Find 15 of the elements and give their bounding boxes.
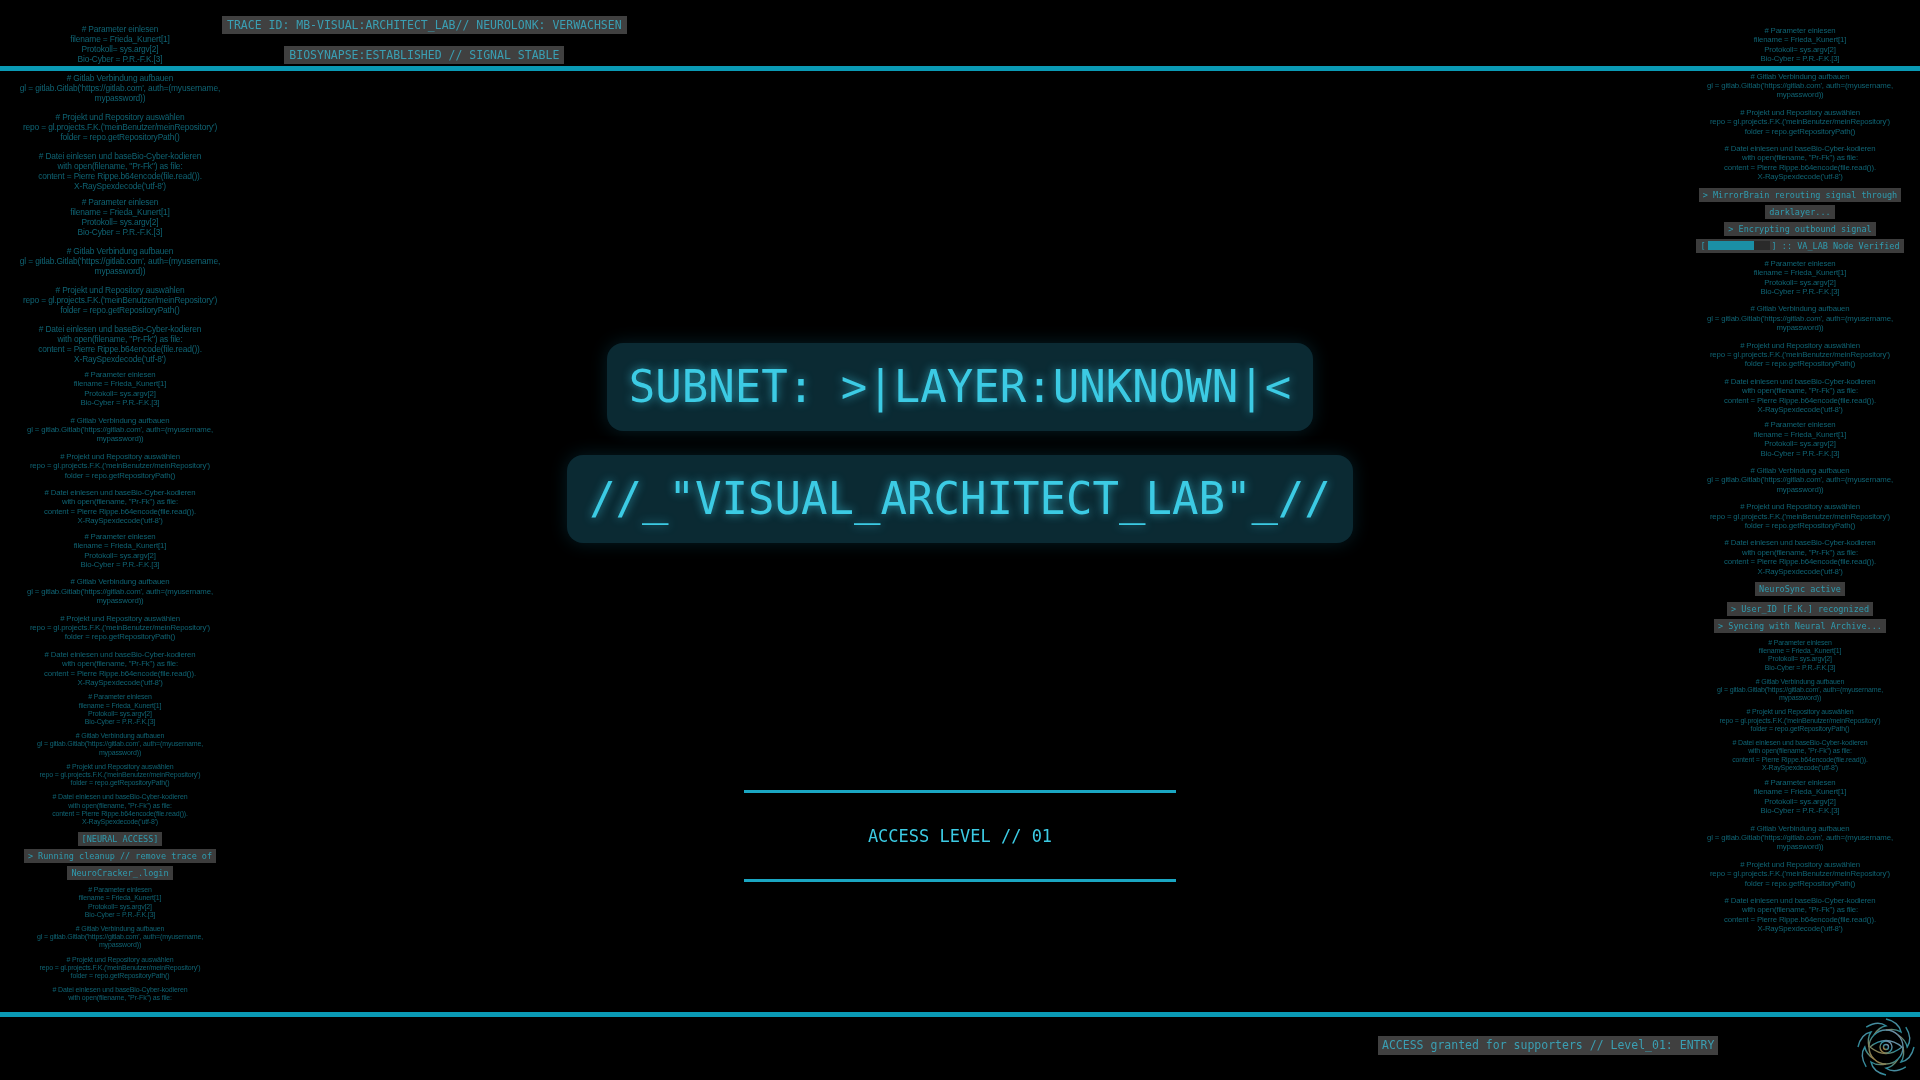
lab-title: //_"VISUAL_ARCHITECT_LAB"_// (567, 455, 1353, 543)
access-level-text: ACCESS LEVEL // 01 (867, 825, 1053, 848)
swirl-eye-logo-drawing (1855, 1016, 1917, 1078)
code-snippet: # Projekt und Repository auswählen repo = gl.projects.F.K.('meinBenutzer/meinRepository') folder = repo.getRepositoryPath() (22, 285, 218, 315)
code-snippet: # Parameter einlesen filename = Frieda_Kunert[1] Protokoll= sys.argv[2] Bio-Cyber = P.R.-F.K.[3] (70, 197, 170, 237)
bracket-text: [ (1700, 239, 1706, 252)
code-snippet: # Parameter einlesen filename = Frieda_Kunert[1] Protokoll= sys.argv[2] Bio-Cyber = P.R.-F.K.[3] (70, 24, 170, 64)
subnet-title: SUBNET: >|LAYER:UNKNOWN|< (606, 343, 1314, 431)
code-snippet: # Datei einlesen und baseBio-Cyber-kodieren with open(filename, "Pr-Fk") as file: content = Pierre Rippe.b64encode(file.read()). X-RaySpexdecode('utf-8') (38, 324, 202, 364)
code-snippet: # Gitlab Verbindung aufbauen gl = gitlab.Gitlab('https://gitlab.com', auth=(myusername, mypassword)) (19, 246, 221, 276)
code-snippet: # Datei einlesen und baseBio-Cyber-kodieren with open(filename, "Pr-Fk") as file: content = Pierre Rippe.b64encode(file.read()). X-RaySpexdecode('utf-8') (38, 151, 202, 191)
access-notice: ACCESS granted for supporters // Level_01: ENTRY (1378, 1036, 1719, 1055)
code-snippet: # Gitlab Verbindung aufbauen gl = gitlab.Gitlab('https://gitlab.com', auth=(myusername, mypassword)) (19, 73, 221, 103)
status-text: ] :: VA_LAB Node Verified (1771, 239, 1900, 252)
code-snippet: # Projekt und Repository auswählen repo = gl.projects.F.K.('meinBenutzer/meinRepository') folder = repo.getRepositoryPath() (22, 112, 218, 142)
